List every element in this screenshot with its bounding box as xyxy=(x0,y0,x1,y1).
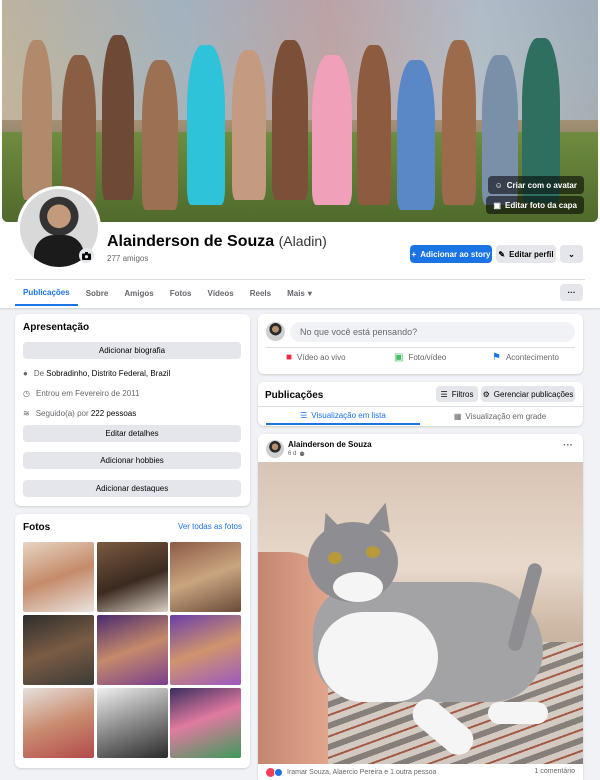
list-view-tab[interactable]: ☰ Visualização em lista xyxy=(266,407,420,425)
edit-profile-button[interactable]: ✎ Editar perfil xyxy=(496,245,556,263)
location-row: ● De Sobradinho, Distrito Federal, Brazi… xyxy=(23,369,171,378)
photo-thumbnail[interactable] xyxy=(23,615,94,685)
flag-icon: ⚑ xyxy=(492,352,501,363)
photo-thumbnail[interactable] xyxy=(170,542,241,612)
photo-thumbnail[interactable] xyxy=(97,615,168,685)
post-author[interactable]: Alainderson de Souza xyxy=(288,440,372,449)
profile-header: ☺ Criar com o avatar ▣ Editar foto da ca… xyxy=(0,0,600,308)
composer-divider xyxy=(266,347,575,348)
camera-icon: ▣ xyxy=(493,200,501,210)
tab-reels[interactable]: Reels xyxy=(242,280,279,306)
video-camera-icon: ■ xyxy=(286,352,293,363)
edit-details-button[interactable]: Editar detalhes xyxy=(23,425,241,442)
photos-title: Fotos xyxy=(23,522,51,533)
gear-icon: ⚙ xyxy=(482,389,490,399)
camera-icon xyxy=(82,251,91,260)
add-hobbies-button[interactable]: Adicionar hobbies xyxy=(23,452,241,469)
composer-input[interactable]: No que você está pensando? xyxy=(290,322,575,342)
reactions-summary[interactable]: Iramar Souza, Alaercio Pereira e 1 outra… xyxy=(266,768,436,777)
post-time[interactable]: 6 d xyxy=(288,451,296,458)
location-pin-icon: ● xyxy=(23,369,28,378)
photo-thumbnail[interactable] xyxy=(97,542,168,612)
caret-down-icon: ▾ xyxy=(307,288,312,298)
friends-audience-icon: ⚉ xyxy=(299,452,305,458)
joined-row: ◷ Entrou em Fevereiro de 2011 xyxy=(23,389,140,398)
life-event-button[interactable]: ⚑ Acontecimento xyxy=(492,352,559,363)
avatar[interactable] xyxy=(266,322,285,341)
clock-icon: ◷ xyxy=(23,389,30,398)
composer-card: No que você está pensando? ■ Vídeo ao vi… xyxy=(258,314,583,374)
profile-alt-name: (Aladin) xyxy=(278,233,327,249)
grid-view-tab[interactable]: ▦ Visualização em grade xyxy=(423,407,577,425)
manage-posts-button[interactable]: ⚙ Gerenciar publicações xyxy=(481,386,575,402)
photo-video-button[interactable]: ▣ Foto/vídeo xyxy=(394,352,446,363)
rss-icon: ≋ xyxy=(23,409,30,418)
tab-publicacoes[interactable]: Publicações xyxy=(15,280,78,306)
filter-icon: ☰ xyxy=(440,389,448,399)
list-icon: ☰ xyxy=(300,410,308,420)
like-reaction-icon xyxy=(274,768,283,777)
chevron-down-icon: ⌄ xyxy=(568,249,575,259)
tab-videos[interactable]: Vídeos xyxy=(199,280,241,306)
see-all-photos-link[interactable]: Ver todas as fotos xyxy=(178,522,242,531)
posts-header-card: Publicações ☰ Filtros ⚙ Gerenciar public… xyxy=(258,382,583,426)
tab-mais[interactable]: Mais ▾ xyxy=(279,280,320,306)
photo-thumbnail[interactable] xyxy=(170,688,241,758)
add-story-button[interactable]: + Adicionar ao story xyxy=(410,245,492,263)
create-avatar-button[interactable]: ☺ Criar com o avatar xyxy=(487,176,584,194)
grid-icon: ▦ xyxy=(453,411,462,421)
add-bio-button[interactable]: Adicionar biografia xyxy=(23,342,241,359)
photo-icon: ▣ xyxy=(394,352,404,363)
profile-tabs: Publicações Sobre Amigos Fotos Vídeos Re… xyxy=(15,280,320,306)
pencil-icon: ✎ xyxy=(498,249,506,259)
photo-thumbnail[interactable] xyxy=(170,615,241,685)
plus-icon: + xyxy=(411,249,417,259)
post-card: Alainderson de Souza 6 d ⚉ ··· Iramar So… xyxy=(258,434,583,780)
friends-count[interactable]: 277 amigos xyxy=(107,254,148,263)
profile-name: Alainderson de Souza (Aladin) xyxy=(107,233,327,250)
author-avatar[interactable] xyxy=(266,440,284,458)
post-meta: 6 d ⚉ xyxy=(288,451,305,458)
post-options-icon[interactable]: ··· xyxy=(563,440,573,451)
intro-title: Apresentação xyxy=(23,322,90,333)
edit-cover-button[interactable]: ▣ Editar foto da capa xyxy=(486,196,584,214)
comments-count[interactable]: 1 comentário xyxy=(535,768,575,775)
live-video-button[interactable]: ■ Vídeo ao vivo xyxy=(286,352,346,363)
avatar-camera-button[interactable] xyxy=(79,248,94,263)
profile-dropdown-button[interactable]: ⌄ xyxy=(560,245,583,263)
photo-thumbnail[interactable] xyxy=(23,688,94,758)
post-image[interactable] xyxy=(258,462,583,764)
photo-thumbnail[interactable] xyxy=(23,542,94,612)
cover-photo[interactable]: ☺ Criar com o avatar ▣ Editar foto da ca… xyxy=(2,0,598,222)
filters-button[interactable]: ☰ Filtros xyxy=(436,386,478,402)
ellipsis-icon: ··· xyxy=(567,288,576,297)
photos-card: Fotos Ver todas as fotos xyxy=(15,514,250,768)
avatar-icon: ☺ xyxy=(494,180,503,190)
tab-amigos[interactable]: Amigos xyxy=(116,280,161,306)
intro-card: Apresentação Adicionar biografia ● De So… xyxy=(15,314,250,506)
tabs-more-button[interactable]: ··· xyxy=(560,284,583,301)
tab-sobre[interactable]: Sobre xyxy=(78,280,117,306)
followers-row: ≋ Seguido(a) por 222 pessoas xyxy=(23,409,137,418)
posts-title: Publicações xyxy=(265,390,324,401)
tab-fotos[interactable]: Fotos xyxy=(162,280,200,306)
add-highlights-button[interactable]: Adicionar destaques xyxy=(23,480,241,497)
photo-thumbnail[interactable] xyxy=(97,688,168,758)
